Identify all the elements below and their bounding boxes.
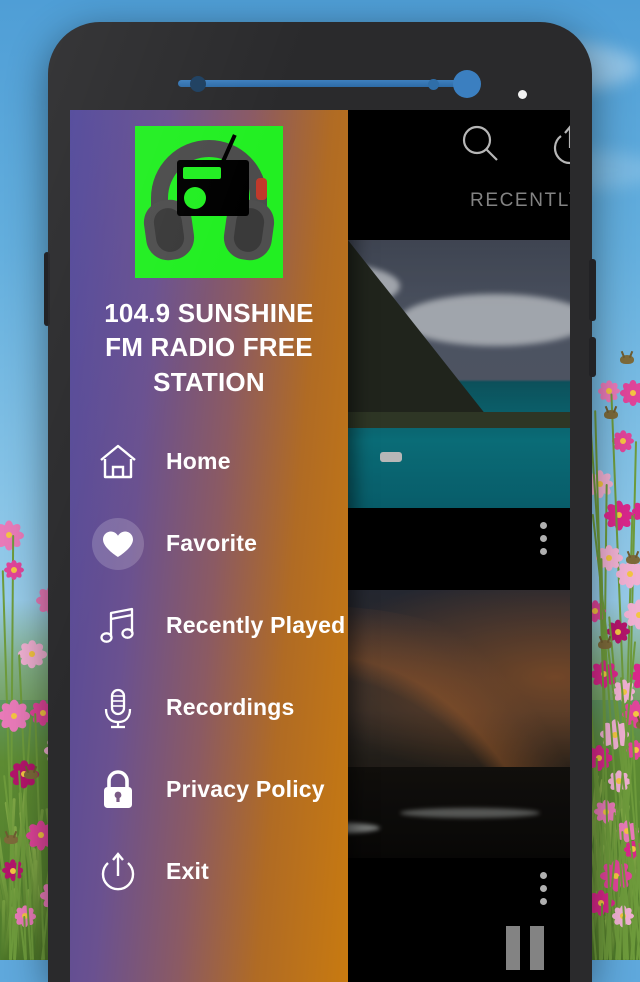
music-note-icon (92, 600, 144, 652)
power-icon (92, 846, 144, 898)
menu-item-label: Exit (166, 858, 209, 885)
home-icon (92, 436, 144, 488)
menu-item-label: Privacy Policy (166, 776, 325, 803)
light-sensor (428, 79, 439, 90)
navigation-drawer: 104.9 SUNSHINE FM RADIO FREE STATION Hom… (70, 110, 348, 982)
menu-item-label: Home (166, 448, 231, 475)
drawer-header: 104.9 SUNSHINE FM RADIO FREE STATION (70, 110, 348, 399)
menu-item-privacy-policy[interactable]: Privacy Policy (70, 749, 348, 831)
left-side-button[interactable] (44, 252, 50, 326)
menu-item-favorite[interactable]: Favorite (70, 503, 348, 585)
menu-item-recently-played[interactable]: Recently Played (70, 585, 348, 667)
phone-device: ne E RECENTLY (48, 22, 592, 982)
menu-item-home[interactable]: Home (70, 421, 348, 503)
station-name: 104.9 SUNSHINE FM RADIO FREE STATION (88, 296, 330, 399)
menu-item-label: Favorite (166, 530, 257, 557)
lock-icon (92, 764, 144, 816)
app-logo-icon (135, 126, 283, 278)
proximity-sensor (190, 76, 206, 92)
phone-screen: ne E RECENTLY (70, 110, 570, 982)
front-camera (453, 70, 481, 98)
drawer-menu: Home Favorite Recently Played Recordings… (70, 421, 348, 913)
menu-item-recordings[interactable]: Recordings (70, 667, 348, 749)
menu-item-label: Recently Played (166, 612, 345, 639)
notification-led (518, 90, 527, 99)
microphone-icon (92, 682, 144, 734)
power-side-button[interactable] (589, 259, 596, 321)
heart-icon (92, 518, 144, 570)
menu-item-label: Recordings (166, 694, 295, 721)
earpiece-speaker (178, 80, 462, 87)
menu-item-exit[interactable]: Exit (70, 831, 348, 913)
volume-side-button[interactable] (589, 337, 596, 377)
